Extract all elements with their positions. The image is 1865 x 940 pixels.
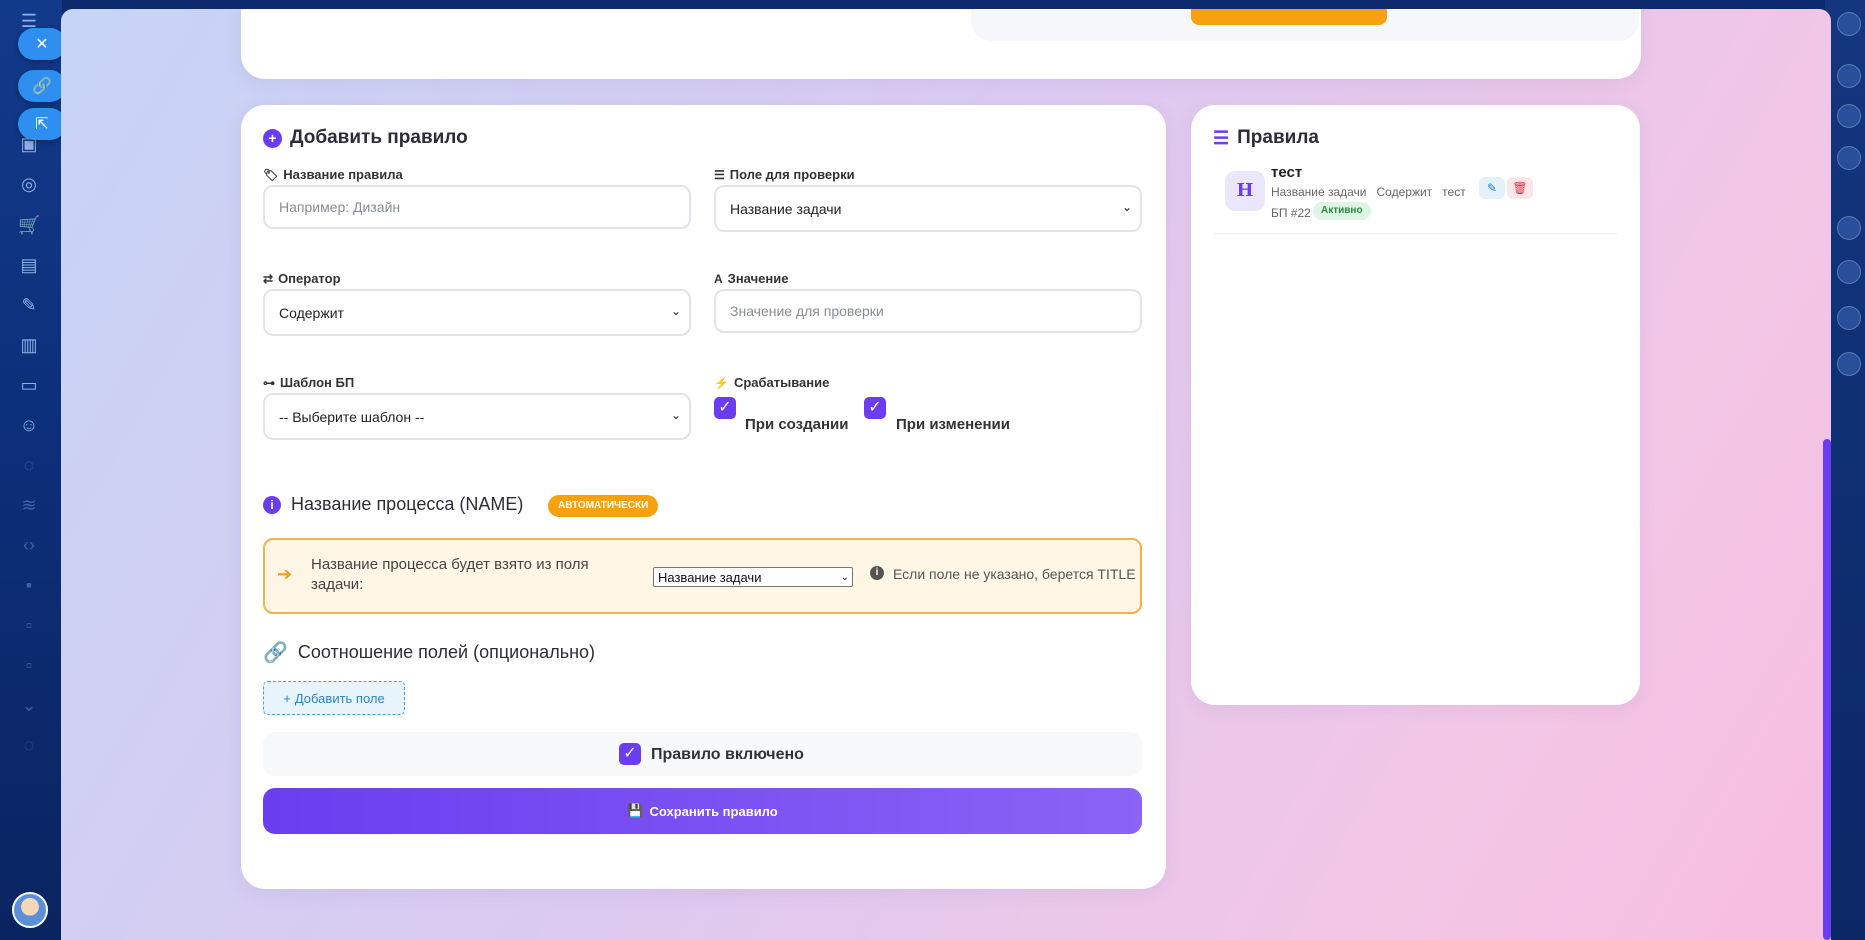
field-mapping-title: 🔗 Соотношение полей (опционально) bbox=[263, 642, 596, 664]
font-icon: A bbox=[714, 271, 723, 286]
book-icon[interactable]: ▤ bbox=[18, 254, 40, 276]
chevron-down-icon[interactable]: ⌄ bbox=[18, 694, 40, 716]
template-label: ⊶ Шаблон БП bbox=[263, 375, 355, 390]
plus-icon: + bbox=[283, 690, 291, 706]
robot-icon[interactable]: ☺ bbox=[18, 414, 40, 436]
edit-icon: ✎ bbox=[1486, 181, 1498, 195]
rule-meta: Название задачи Содержит тест bbox=[1271, 185, 1466, 199]
pen-icon[interactable]: ✎ bbox=[18, 294, 40, 316]
delete-rule-button[interactable]: 🗑 bbox=[1507, 177, 1533, 199]
sitemap-icon: ⊶ bbox=[263, 375, 275, 390]
info-icon: i bbox=[263, 495, 281, 514]
rule-name-label: 🏷 Название правила bbox=[263, 167, 403, 182]
chart-icon[interactable]: ▥ bbox=[18, 334, 40, 356]
rule-enabled-row: ✓ Правило включено bbox=[263, 732, 1142, 776]
monitor-icon[interactable]: ▭ bbox=[18, 374, 40, 396]
rules-title: ☰ Правила bbox=[1213, 127, 1319, 148]
copy-link-button[interactable]: 🔗 bbox=[18, 70, 66, 102]
operator-label: ⇄ Оператор bbox=[263, 271, 341, 286]
left-sidebar: ☰ ⚲ ▣ ◎ 🛒 ▤ ✎ ▥ ▭ ☺ ◌ ≋ ‹› ▪ ▫ ▫ ⌄ ◌ bbox=[0, 0, 62, 940]
bolt-icon: ⚡ bbox=[714, 375, 729, 390]
rule-bp: БП #22 bbox=[1271, 206, 1311, 220]
on-change-checkbox[interactable]: ✓ bbox=[864, 397, 886, 419]
chevron-down-icon: ⌄ bbox=[670, 304, 681, 318]
exchange-icon: ⇄ bbox=[263, 271, 274, 286]
edit-rule-button[interactable]: ✎ bbox=[1479, 177, 1505, 199]
link-icon: 🔗 bbox=[263, 642, 288, 664]
save-icon: 💾 bbox=[627, 803, 644, 818]
check-field-select[interactable]: Название задачи ⌄ bbox=[714, 185, 1142, 232]
chat-icon[interactable] bbox=[1837, 146, 1861, 170]
list-icon: ☰ bbox=[1213, 127, 1230, 148]
rules-list-card: ☰ Правила Н тест Название задачи Содержи… bbox=[1191, 105, 1640, 705]
rule-name: тест bbox=[1271, 164, 1303, 181]
tag-icon: 🏷 bbox=[263, 167, 279, 182]
on-create-label: При создании bbox=[745, 416, 849, 433]
status-badge: Активно bbox=[1313, 202, 1371, 220]
info-icon: i bbox=[870, 566, 884, 580]
plus-icon: + bbox=[263, 128, 282, 148]
cart-icon[interactable]: 🛒 bbox=[18, 214, 40, 236]
link-icon: 🔗 bbox=[32, 78, 52, 95]
template-select[interactable]: -- Выберите шаблон -- ⌄ bbox=[263, 393, 691, 440]
arrow-right-icon: ➔ bbox=[277, 564, 293, 584]
trash-icon: 🗑 bbox=[1512, 181, 1528, 195]
external-link-icon: ⇱ bbox=[35, 116, 49, 133]
process-notice-text: Название процесса будет взято из поля за… bbox=[311, 556, 589, 593]
process-name-title: i Название процесса (NAME) bbox=[263, 494, 523, 515]
operator-select[interactable]: Содержит ⌄ bbox=[263, 289, 691, 336]
contact-icon[interactable] bbox=[1837, 216, 1861, 240]
mcp-icon[interactable]: ▪ bbox=[18, 574, 40, 596]
on-create-checkbox[interactable]: ✓ bbox=[714, 397, 736, 419]
list-icon[interactable]: ◌ bbox=[18, 454, 40, 476]
scrollbar[interactable] bbox=[1823, 439, 1831, 940]
user-avatar[interactable] bbox=[12, 892, 48, 928]
process-hint: Если поле не указано, берется TITLE bbox=[893, 566, 1136, 582]
list-item[interactable]: Н тест Название задачи Содержит тест БП … bbox=[1213, 161, 1618, 234]
process-name-notice: ➔ Название процесса будет взято из поля … bbox=[263, 538, 1142, 614]
settings-action-button[interactable] bbox=[1191, 9, 1387, 25]
value-input[interactable]: Значение для проверки bbox=[714, 289, 1142, 333]
chevron-down-icon: ⌄ bbox=[840, 572, 849, 583]
check-field-label: ☰ Поле для проверки bbox=[714, 167, 855, 182]
add-rule-title: + Добавить правило bbox=[263, 127, 468, 149]
auto-badge: АВТОМАТИЧЕСКИ bbox=[548, 495, 659, 517]
app-panel: + Добавить правило 🏷 Название правила Нап… bbox=[61, 9, 1831, 940]
save-rule-button[interactable]: 💾 Сохранить правило bbox=[263, 788, 1142, 834]
rule-avatar: Н bbox=[1225, 171, 1265, 211]
right-sidebar bbox=[1825, 0, 1865, 940]
target-icon[interactable] bbox=[1837, 104, 1861, 128]
chevron-down-icon: ⌄ bbox=[670, 408, 681, 422]
add-field-button[interactable]: + Добавить поле bbox=[263, 681, 405, 715]
on-change-label: При изменении bbox=[896, 416, 1010, 433]
chevron-down-icon: ⌄ bbox=[1121, 200, 1132, 214]
ai-icon[interactable]: ▫ bbox=[18, 654, 40, 676]
rule-enabled-label: Правило включено bbox=[651, 746, 804, 763]
trigger-label: ⚡ Срабатывание bbox=[714, 375, 830, 390]
settings-icon[interactable]: ◌ bbox=[18, 734, 40, 756]
rule-enabled-checkbox[interactable]: ✓ bbox=[619, 743, 641, 765]
contact-icon[interactable] bbox=[1837, 306, 1861, 330]
close-slider-button[interactable]: ✕ bbox=[18, 28, 66, 60]
metrics-icon[interactable]: ≋ bbox=[18, 494, 40, 516]
list-icon: ☰ bbox=[714, 167, 725, 182]
doc-icon[interactable]: ▫ bbox=[18, 614, 40, 636]
bell-icon[interactable] bbox=[1837, 64, 1861, 88]
add-rule-card: + Добавить правило 🏷 Название правила Нап… bbox=[241, 105, 1166, 889]
close-icon: ✕ bbox=[35, 36, 49, 53]
settings-card bbox=[241, 9, 1641, 79]
open-new-window-button[interactable]: ⇱ bbox=[18, 108, 66, 140]
value-label: A Значение bbox=[714, 271, 789, 286]
process-field-select[interactable]: Название задачи ⌄ bbox=[653, 567, 853, 587]
profile-icon[interactable] bbox=[1837, 12, 1861, 36]
target-icon[interactable]: ◎ bbox=[18, 173, 40, 195]
contact-icon[interactable] bbox=[1837, 260, 1861, 284]
rule-name-input[interactable]: Например: Дизайн bbox=[263, 185, 691, 229]
code-icon[interactable]: ‹› bbox=[18, 534, 40, 556]
contact-icon[interactable] bbox=[1837, 352, 1861, 376]
